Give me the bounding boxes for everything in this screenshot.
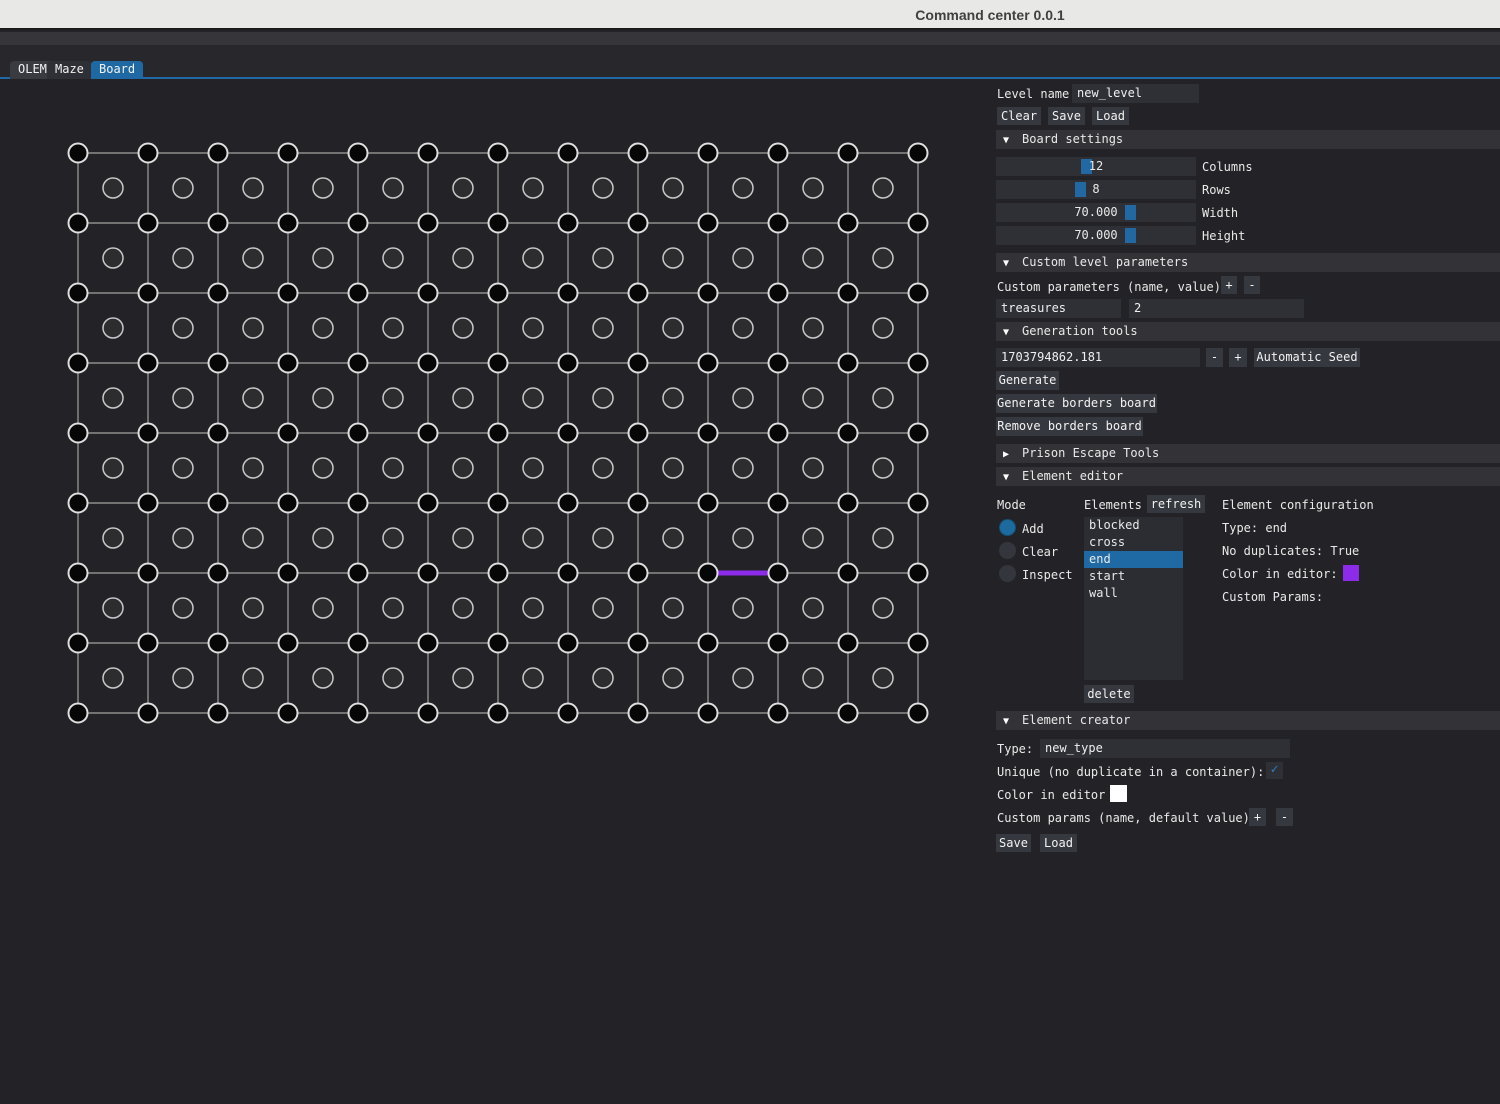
collapse-arrow-icon: ▼ bbox=[1003, 254, 1015, 273]
config-custom-params: Custom Params: bbox=[1222, 589, 1323, 605]
width-label: Width bbox=[1202, 205, 1238, 221]
clear-button[interactable]: Clear bbox=[997, 107, 1041, 125]
add-param-button[interactable]: + bbox=[1221, 276, 1237, 294]
mode-label: Mode bbox=[997, 497, 1026, 513]
width-slider[interactable]: 70.000 bbox=[996, 203, 1196, 222]
save-button[interactable]: Save bbox=[1048, 107, 1085, 125]
title-bar[interactable]: Command center 0.0.1 bbox=[0, 0, 1500, 30]
list-item-blocked[interactable]: blocked bbox=[1084, 517, 1183, 534]
height-slider[interactable]: 70.000 bbox=[996, 226, 1196, 245]
creator-remove-param-button[interactable]: - bbox=[1276, 808, 1293, 826]
creator-unique-label: Unique (no duplicate in a container): bbox=[997, 764, 1264, 780]
collapse-arrow-icon: ▼ bbox=[1003, 712, 1015, 731]
board-canvas[interactable] bbox=[0, 79, 960, 839]
elements-label: Elements bbox=[1084, 497, 1142, 513]
generate-borders-button[interactable]: Generate borders board bbox=[996, 394, 1157, 413]
unique-checkbox[interactable]: ✓ bbox=[1266, 762, 1283, 779]
list-item-cross[interactable]: cross bbox=[1084, 534, 1183, 551]
custom-level-params-header[interactable]: ▼Custom level parameters bbox=[996, 253, 1500, 272]
collapse-arrow-icon: ▼ bbox=[1003, 468, 1015, 487]
mode-radio-clear[interactable] bbox=[999, 542, 1016, 559]
height-label: Height bbox=[1202, 228, 1245, 244]
mode-inspect-label: Inspect bbox=[1022, 567, 1073, 583]
elements-listbox[interactable]: blocked cross end start wall bbox=[1084, 517, 1183, 680]
creator-color-swatch[interactable] bbox=[1110, 785, 1127, 802]
collapse-arrow-icon: ▼ bbox=[1003, 323, 1015, 342]
creator-type-label: Type: bbox=[997, 741, 1033, 757]
list-item-wall[interactable]: wall bbox=[1084, 585, 1183, 602]
generation-tools-header[interactable]: ▼Generation tools bbox=[996, 322, 1500, 341]
prison-escape-tools-header[interactable]: ▶Prison Escape Tools bbox=[996, 444, 1500, 463]
config-no-duplicates: No duplicates: True bbox=[1222, 543, 1359, 559]
list-item-start[interactable]: start bbox=[1084, 568, 1183, 585]
seed-decrement-button[interactable]: - bbox=[1206, 348, 1223, 367]
tab-board[interactable]: Board bbox=[91, 61, 143, 79]
mode-radio-inspect[interactable] bbox=[999, 565, 1016, 582]
level-name-label: Level name bbox=[997, 86, 1069, 102]
collapse-arrow-icon: ▼ bbox=[1003, 131, 1015, 150]
element-editor-header[interactable]: ▼Element editor bbox=[996, 467, 1500, 486]
rows-slider[interactable]: 8 bbox=[996, 180, 1196, 199]
creator-save-button[interactable]: Save bbox=[996, 834, 1031, 852]
config-color-swatch[interactable] bbox=[1343, 565, 1359, 581]
element-configuration-title: Element configuration bbox=[1222, 497, 1374, 513]
delete-button[interactable]: delete bbox=[1084, 685, 1134, 703]
creator-load-button[interactable]: Load bbox=[1040, 834, 1077, 852]
creator-custom-params-label: Custom params (name, default value) bbox=[997, 810, 1250, 826]
seed-increment-button[interactable]: + bbox=[1229, 348, 1247, 367]
window-title: Command center 0.0.1 bbox=[915, 7, 1064, 23]
tab-maze[interactable]: Maze bbox=[47, 61, 92, 79]
param-value-input[interactable]: 2 bbox=[1129, 299, 1304, 318]
mode-radio-add[interactable] bbox=[999, 519, 1016, 536]
collapse-arrow-icon: ▶ bbox=[1003, 445, 1015, 464]
element-creator-header[interactable]: ▼Element creator bbox=[996, 711, 1500, 730]
rows-label: Rows bbox=[1202, 182, 1231, 198]
creator-type-input[interactable]: new_type bbox=[1040, 739, 1290, 758]
board-settings-header[interactable]: ▼Board settings bbox=[996, 130, 1500, 149]
load-button[interactable]: Load bbox=[1092, 107, 1129, 125]
list-item-end[interactable]: end bbox=[1084, 551, 1183, 568]
mode-add-label: Add bbox=[1022, 521, 1044, 537]
refresh-button[interactable]: refresh bbox=[1147, 495, 1205, 513]
menu-strip bbox=[0, 32, 1500, 45]
custom-params-row-label: Custom parameters (name, value) bbox=[997, 279, 1221, 295]
columns-label: Columns bbox=[1202, 159, 1253, 175]
seed-input[interactable]: 1703794862.181 bbox=[996, 348, 1200, 367]
creator-color-label: Color in editor bbox=[997, 787, 1105, 803]
param-name-input[interactable]: treasures bbox=[996, 299, 1121, 318]
mode-clear-label: Clear bbox=[1022, 544, 1058, 560]
config-color-label: Color in editor: bbox=[1222, 566, 1338, 582]
remove-borders-button[interactable]: Remove borders board bbox=[996, 417, 1143, 436]
columns-slider[interactable]: 12 bbox=[996, 157, 1196, 176]
tab-bar bbox=[0, 45, 1500, 79]
creator-add-param-button[interactable]: + bbox=[1249, 808, 1266, 826]
remove-param-button[interactable]: - bbox=[1244, 276, 1260, 294]
generate-button[interactable]: Generate bbox=[996, 371, 1059, 390]
level-name-input[interactable]: new_level bbox=[1072, 84, 1199, 103]
config-type: Type: end bbox=[1222, 520, 1287, 536]
automatic-seed-button[interactable]: Automatic Seed bbox=[1254, 348, 1360, 367]
